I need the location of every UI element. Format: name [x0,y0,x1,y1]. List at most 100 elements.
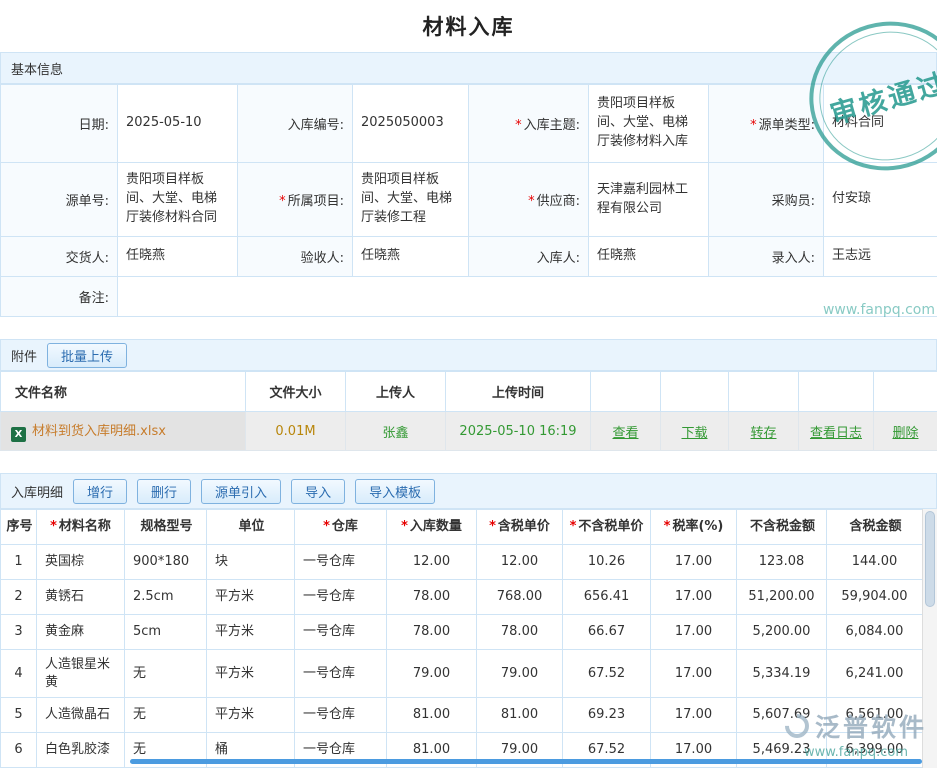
required-mark: * [323,519,330,534]
detail-cell-unit: 平方米 [207,698,295,733]
save-as-link[interactable]: 转存 [750,426,776,441]
delete-link[interactable]: 删除 [892,426,918,441]
detail-cell-warehouse: 一号仓库 [295,650,387,698]
detail-cell-quantity: 79.00 [387,650,477,698]
view-link[interactable]: 查看 [612,426,638,441]
field-label-text: 源单类型: [759,118,815,133]
detail-title: 入库明细 [11,482,63,501]
detail-cell-spec: 无 [125,698,207,733]
col-label: 税率(%) [672,519,723,534]
detail-cell-material-name: 人造银星米黄 [37,650,125,698]
import-button[interactable]: 导入 [291,479,345,504]
detail-cell-price-no-tax: 66.67 [563,615,651,650]
field-label-text: 源单号: [66,194,109,209]
add-row-button[interactable]: 增行 [73,479,127,504]
action-cell: 删除 [874,412,937,451]
field-label-text: 入库主题: [524,118,580,133]
field-label-remark: 备注: [1,277,118,317]
field-value-source-type: 材料合同 [824,85,937,163]
import-from-source-button[interactable]: 源单引入 [201,479,281,504]
field-label-inbound-subject: *入库主题: [469,85,589,163]
detail-cell-unit: 平方米 [207,650,295,698]
horizontal-scrollbar-thumb[interactable] [130,759,922,764]
detail-cell-price-with-tax: 768.00 [477,580,563,615]
detail-row: 2黄锈石2.5cm平方米一号仓库78.00768.00656.4117.0051… [1,580,923,615]
detail-table-wrap: 序号 *材料名称 规格型号 单位 *仓库 *入库数量 *含税单价 *不含税单价 … [0,509,937,768]
vertical-scrollbar[interactable] [922,509,937,768]
detail-cell-amount-no-tax: 123.08 [737,545,827,580]
detail-header-bar: 入库明细 增行 删行 源单引入 导入 导入模板 [0,473,937,509]
field-value-recorder: 王志远 [824,237,937,277]
col-label: 材料名称 [59,519,111,534]
form-row-2: 源单号: 贵阳项目样板间、大堂、电梯厅装修材料合同 *所属项目: 贵阳项目样板间… [1,163,937,237]
detail-cell-unit: 块 [207,545,295,580]
detail-cell-amount-with-tax: 59,904.00 [827,580,923,615]
attachment-file-name[interactable]: 材料到货入库明细.xlsx [1,412,246,451]
detail-cell-price-with-tax: 79.00 [477,650,563,698]
detail-cell-price-no-tax: 656.41 [563,580,651,615]
view-log-link[interactable]: 查看日志 [810,426,862,441]
detail-cell-material-name: 黄金麻 [37,615,125,650]
delete-row-button[interactable]: 删行 [137,479,191,504]
col-price-with-tax: *含税单价 [477,510,563,545]
detail-cell-unit: 平方米 [207,580,295,615]
field-label-project: *所属项目: [238,163,353,237]
detail-cell-warehouse: 一号仓库 [295,580,387,615]
detail-cell-index: 5 [1,698,37,733]
field-label-warehouser: 入库人: [469,237,589,277]
col-action [874,372,937,412]
required-mark: * [401,519,408,534]
detail-cell-index: 4 [1,650,37,698]
detail-cell-index: 6 [1,733,37,768]
import-template-button[interactable]: 导入模板 [355,479,435,504]
detail-cell-amount-no-tax: 5,607.69 [737,698,827,733]
detail-cell-index: 1 [1,545,37,580]
attachments-header-bar: 附件 批量上传 [0,339,937,371]
attachments-header-row: 文件名称 文件大小 上传人 上传时间 [1,372,937,412]
detail-cell-tax-rate: 17.00 [651,615,737,650]
detail-cell-quantity: 81.00 [387,698,477,733]
field-value-source-no: 贵阳项目样板间、大堂、电梯厅装修材料合同 [118,163,238,237]
detail-cell-quantity: 78.00 [387,580,477,615]
form-row-4: 备注: [1,277,937,317]
basic-info-title: 基本信息 [11,59,63,78]
detail-cell-index: 3 [1,615,37,650]
detail-cell-amount-no-tax: 5,200.00 [737,615,827,650]
detail-row: 1英国棕900*180块一号仓库12.0012.0010.2617.00123.… [1,545,923,580]
field-label-purchaser: 采购员: [709,163,824,237]
batch-upload-button[interactable]: 批量上传 [47,343,127,368]
col-price-no-tax: *不含税单价 [563,510,651,545]
col-label: 不含税金额 [750,519,815,534]
attachments-table: 文件名称 文件大小 上传人 上传时间 材料到货入库明细.xlsx 0.01M 张… [0,371,937,451]
field-label-text: 采购员: [772,194,815,209]
field-label-text: 交货人: [66,251,109,266]
col-upload-time: 上传时间 [446,372,591,412]
attachments-title: 附件 [11,346,37,365]
col-label: 不含税单价 [578,519,643,534]
attachment-uploader: 张鑫 [346,412,446,451]
field-value-date: 2025-05-10 [118,85,238,163]
field-label-text: 验收人: [301,251,344,266]
action-cell: 下载 [661,412,729,451]
detail-cell-amount-no-tax: 5,334.19 [737,650,827,698]
field-label-text: 入库人: [537,251,580,266]
action-cell: 转存 [729,412,799,451]
detail-cell-spec: 2.5cm [125,580,207,615]
field-value-deliverer: 任晓燕 [118,237,238,277]
detail-cell-tax-rate: 17.00 [651,545,737,580]
col-quantity: *入库数量 [387,510,477,545]
field-label-date: 日期: [1,85,118,163]
field-value-supplier: 天津嘉利园林工程有限公司 [589,163,709,237]
download-link[interactable]: 下载 [681,426,707,441]
detail-cell-warehouse: 一号仓库 [295,615,387,650]
inbound-detail-section: 入库明细 增行 删行 源单引入 导入 导入模板 序号 *材料名称 规格型号 [0,473,937,768]
field-label-text: 备注: [79,291,109,306]
attachment-upload-time: 2025-05-10 16:19 [446,412,591,451]
col-amount-no-tax: 不含税金额 [737,510,827,545]
col-material-name: *材料名称 [37,510,125,545]
required-mark: * [664,519,671,534]
col-label: 单位 [238,519,264,534]
basic-info-section: 基本信息 日期: 2025-05-10 入库编号: 2025050003 *入库… [0,52,937,317]
required-mark: * [489,519,496,534]
vertical-scrollbar-thumb[interactable] [925,511,935,607]
